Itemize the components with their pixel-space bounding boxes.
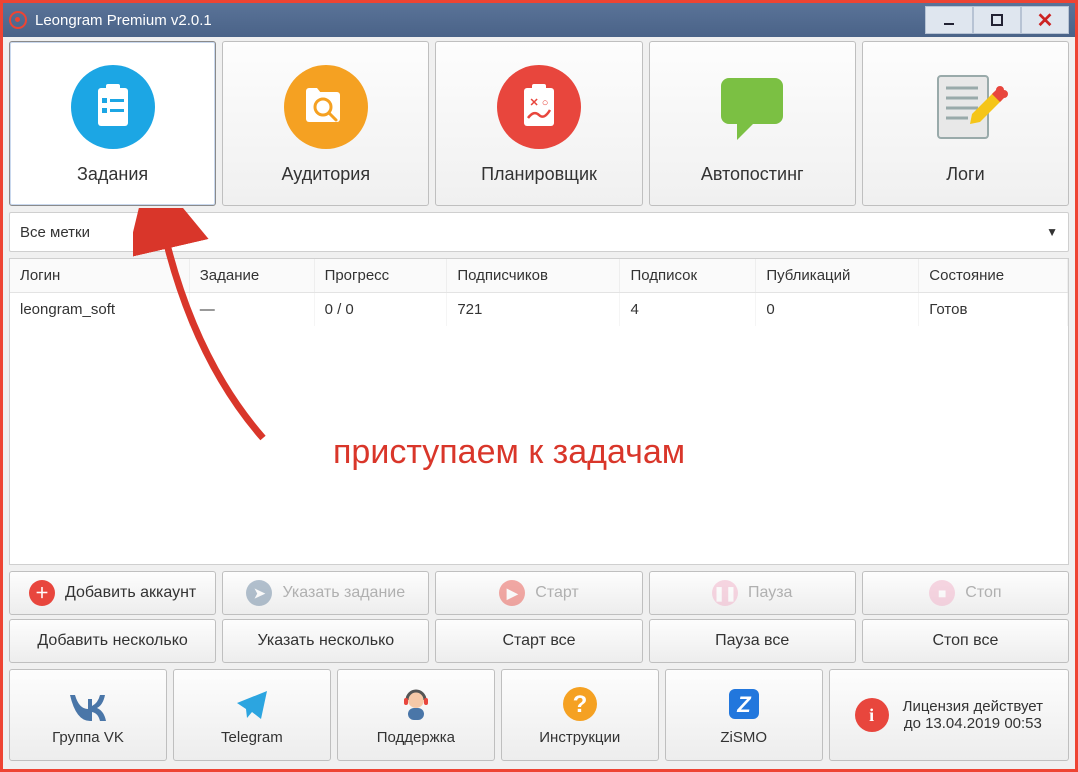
autoposting-icon <box>707 62 797 152</box>
license-info: i Лицензия действует до 13.04.2019 00:53 <box>829 669 1069 761</box>
cell-task: — <box>189 293 314 327</box>
start-button[interactable]: ▶ Старт <box>435 571 642 615</box>
button-label: Добавить несколько <box>37 632 187 650</box>
start-all-button[interactable]: Старт все <box>435 619 642 663</box>
button-label: Пауза <box>748 584 792 602</box>
app-logo-icon <box>9 11 27 29</box>
tab-tasks[interactable]: Задания <box>9 41 216 206</box>
svg-text:✕ ○: ✕ ○ <box>530 97 549 109</box>
tab-scheduler[interactable]: ✕ ○ Планировщик <box>435 41 642 206</box>
zismo-icon: Z <box>725 685 763 723</box>
table-row[interactable]: leongram_soft — 0 / 0 721 4 0 Готов <box>10 293 1068 327</box>
pause-button[interactable]: ❚❚ Пауза <box>649 571 856 615</box>
col-task[interactable]: Задание <box>189 259 314 293</box>
pause-all-button[interactable]: Пауза все <box>649 619 856 663</box>
cell-subscribers: 721 <box>447 293 620 327</box>
tab-label: Задания <box>77 164 148 185</box>
maximize-button[interactable] <box>973 6 1021 34</box>
minimize-button[interactable] <box>925 6 973 34</box>
add-account-button[interactable]: ＋ Добавить аккаунт <box>9 571 216 615</box>
svg-text:Z: Z <box>736 692 752 717</box>
col-subscriptions[interactable]: Подписок <box>620 259 756 293</box>
cell-state: Готов <box>919 293 1068 327</box>
col-publications[interactable]: Публикаций <box>756 259 919 293</box>
col-login[interactable]: Логин <box>10 259 189 293</box>
plus-icon: ＋ <box>29 580 55 606</box>
tab-label: Аудитория <box>281 164 370 185</box>
tab-audience[interactable]: Аудитория <box>222 41 429 206</box>
button-label: Старт <box>535 584 578 602</box>
stop-all-button[interactable]: Стоп все <box>862 619 1069 663</box>
license-line1: Лицензия действует <box>903 698 1043 715</box>
add-multiple-button[interactable]: Добавить несколько <box>9 619 216 663</box>
col-progress[interactable]: Прогресс <box>314 259 447 293</box>
close-button[interactable]: ✕ <box>1021 6 1069 34</box>
cell-login: leongram_soft <box>10 293 189 327</box>
scheduler-icon: ✕ ○ <box>494 62 584 152</box>
button-label: Пауза все <box>715 632 789 650</box>
play-icon: ▶ <box>499 580 525 606</box>
button-label: Добавить аккаунт <box>65 584 196 602</box>
cell-progress: 0 / 0 <box>314 293 447 327</box>
col-subscribers[interactable]: Подписчиков <box>447 259 620 293</box>
vk-icon <box>69 685 107 723</box>
vk-group-button[interactable]: Группа VK <box>9 669 167 761</box>
stop-button[interactable]: ■ Стоп <box>862 571 1069 615</box>
tab-autoposting[interactable]: Автопостинг <box>649 41 856 206</box>
cell-publications: 0 <box>756 293 919 327</box>
pointer-icon: ➤ <box>246 580 272 606</box>
accounts-table: Логин Задание Прогресс Подписчиков Подпи… <box>9 258 1069 565</box>
footer-label: ZiSMO <box>720 729 767 746</box>
button-label: Старт все <box>502 632 575 650</box>
tab-label: Автопостинг <box>701 164 804 185</box>
window-title: Leongram Premium v2.0.1 <box>35 12 925 29</box>
footer-label: Группа VK <box>52 729 124 746</box>
button-label: Указать задание <box>282 584 405 602</box>
tasks-icon <box>68 62 158 152</box>
tab-logs[interactable]: Логи <box>862 41 1069 206</box>
support-button[interactable]: Поддержка <box>337 669 495 761</box>
filter-value: Все метки <box>20 224 1046 241</box>
audience-icon <box>281 62 371 152</box>
instructions-button[interactable]: ? Инструкции <box>501 669 659 761</box>
logs-icon <box>920 62 1010 152</box>
footer-label: Инструкции <box>539 729 620 746</box>
button-label: Стоп <box>965 584 1001 602</box>
footer-label: Поддержка <box>377 729 455 746</box>
set-task-button[interactable]: ➤ Указать задание <box>222 571 429 615</box>
button-label: Стоп все <box>932 632 998 650</box>
info-icon: i <box>855 698 889 732</box>
filter-select[interactable]: Все метки ▼ <box>9 212 1069 252</box>
main-tabs: Задания Аудитория ✕ ○ Планировщик Автопо… <box>9 41 1069 206</box>
col-state[interactable]: Состояние <box>919 259 1068 293</box>
svg-text:?: ? <box>572 691 587 718</box>
titlebar: Leongram Premium v2.0.1 ✕ <box>3 3 1075 37</box>
chevron-down-icon: ▼ <box>1046 225 1058 239</box>
license-line2: до 13.04.2019 00:53 <box>903 715 1043 732</box>
footer-label: Telegram <box>221 729 283 746</box>
telegram-button[interactable]: Telegram <box>173 669 331 761</box>
stop-icon: ■ <box>929 580 955 606</box>
zismo-button[interactable]: Z ZiSMO <box>665 669 823 761</box>
pause-icon: ❚❚ <box>712 580 738 606</box>
button-label: Указать несколько <box>257 632 394 650</box>
help-icon: ? <box>561 685 599 723</box>
cell-subscriptions: 4 <box>620 293 756 327</box>
telegram-icon <box>233 685 271 723</box>
tab-label: Планировщик <box>481 164 597 185</box>
support-icon <box>397 685 435 723</box>
tab-label: Логи <box>946 164 984 185</box>
set-multiple-button[interactable]: Указать несколько <box>222 619 429 663</box>
